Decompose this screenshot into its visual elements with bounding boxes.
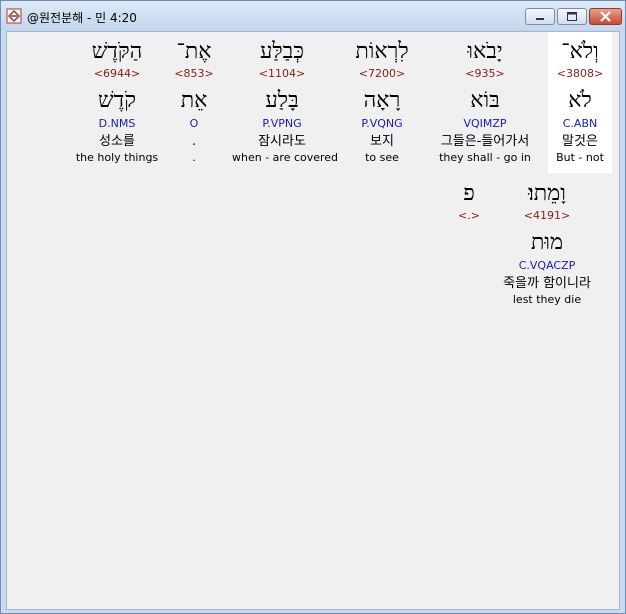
korean-gloss: 그들은-들어가서 [440, 134, 530, 149]
english-gloss: the holy things [75, 151, 159, 164]
word-block[interactable]: יָבֹאוּ <935> בּוֹא VQIMZP 그들은-들어가서 they… [435, 38, 535, 165]
korean-gloss: 보지 [370, 134, 394, 149]
maximize-button[interactable] [557, 8, 587, 25]
minimize-button[interactable] [525, 8, 555, 25]
korean-gloss: 죽을까 함이니라 [503, 276, 591, 291]
hebrew-word: הַקֹּדֶשׁ [91, 39, 143, 64]
word-block[interactable]: לִרְאוֹת <7200> רָאָה P.VQNG 보지 to see [332, 38, 432, 165]
bible-app-icon [6, 8, 22, 24]
strong-number[interactable]: <.> [419, 209, 519, 223]
hebrew-word: וְלֹא־ [561, 39, 599, 64]
title-bar[interactable]: @원전분해 - 민 4:20 [1, 1, 625, 31]
maximize-icon [567, 12, 577, 21]
morphology-code: C.VQACZP [518, 259, 576, 272]
strong-number[interactable]: <6944> [67, 67, 167, 81]
english-gloss: they shall - go in [439, 151, 531, 164]
word-block[interactable]: פ <.> [419, 180, 519, 223]
strong-number[interactable]: <7200> [332, 67, 432, 81]
english-gloss: lest they die [512, 293, 582, 306]
hebrew-word: לִרְאוֹת [355, 39, 409, 64]
morphology-code: VQIMZP [463, 117, 507, 130]
korean-gloss: 성소를 [99, 134, 135, 149]
hebrew-word: כְּבַלַּע [259, 39, 305, 64]
english-gloss: to see [365, 151, 399, 164]
english-gloss: when - are covered [232, 151, 339, 164]
korean-gloss: 잠시라도 [258, 134, 306, 149]
lemma: מוּת [530, 230, 564, 255]
korean-gloss: 말것은 [562, 134, 598, 149]
minimize-icon [536, 18, 544, 20]
lemma: קֹדֶשׁ [98, 88, 136, 113]
lemma: לֹא [568, 88, 592, 113]
strong-number[interactable]: <1104> [232, 67, 332, 81]
window-title: @원전분해 - 민 4:20 [27, 11, 137, 25]
close-icon [600, 11, 611, 22]
lemma: בָּלַע [265, 88, 299, 113]
english-gloss: But - not [556, 151, 604, 164]
hebrew-word: פ [463, 181, 475, 206]
word-block[interactable]: כְּבַלַּע <1104> בָּלַע P.VPNG 잠시라도 when… [232, 38, 339, 165]
morphology-code: P.VPNG [262, 117, 302, 130]
strong-number[interactable]: <3808> [530, 67, 619, 81]
close-button[interactable] [589, 8, 622, 25]
word-block[interactable]: הַקֹּדֶשׁ <6944> קֹדֶשׁ D.NMS 성소를 the ho… [67, 38, 167, 165]
lemma: רָאָה [363, 88, 401, 113]
interlinear-view[interactable]: וְלֹא־ <3808> לֹא C.ABN 말것은 But - not יָ… [6, 31, 620, 610]
lemma: בּוֹא [470, 88, 500, 113]
word-block[interactable]: וְלֹא־ <3808> לֹא C.ABN 말것은 But - not [530, 38, 619, 165]
morphology-code: D.NMS [98, 117, 136, 130]
strong-number[interactable]: <935> [435, 67, 535, 81]
hebrew-word: יָבֹאוּ [467, 39, 503, 64]
morphology-code: P.VQNG [361, 117, 403, 130]
morphology-code: C.ABN [562, 117, 598, 130]
app-window: @원전분해 - 민 4:20 וְלֹא־ <3808> לֹא C.ABN 말… [0, 0, 626, 614]
